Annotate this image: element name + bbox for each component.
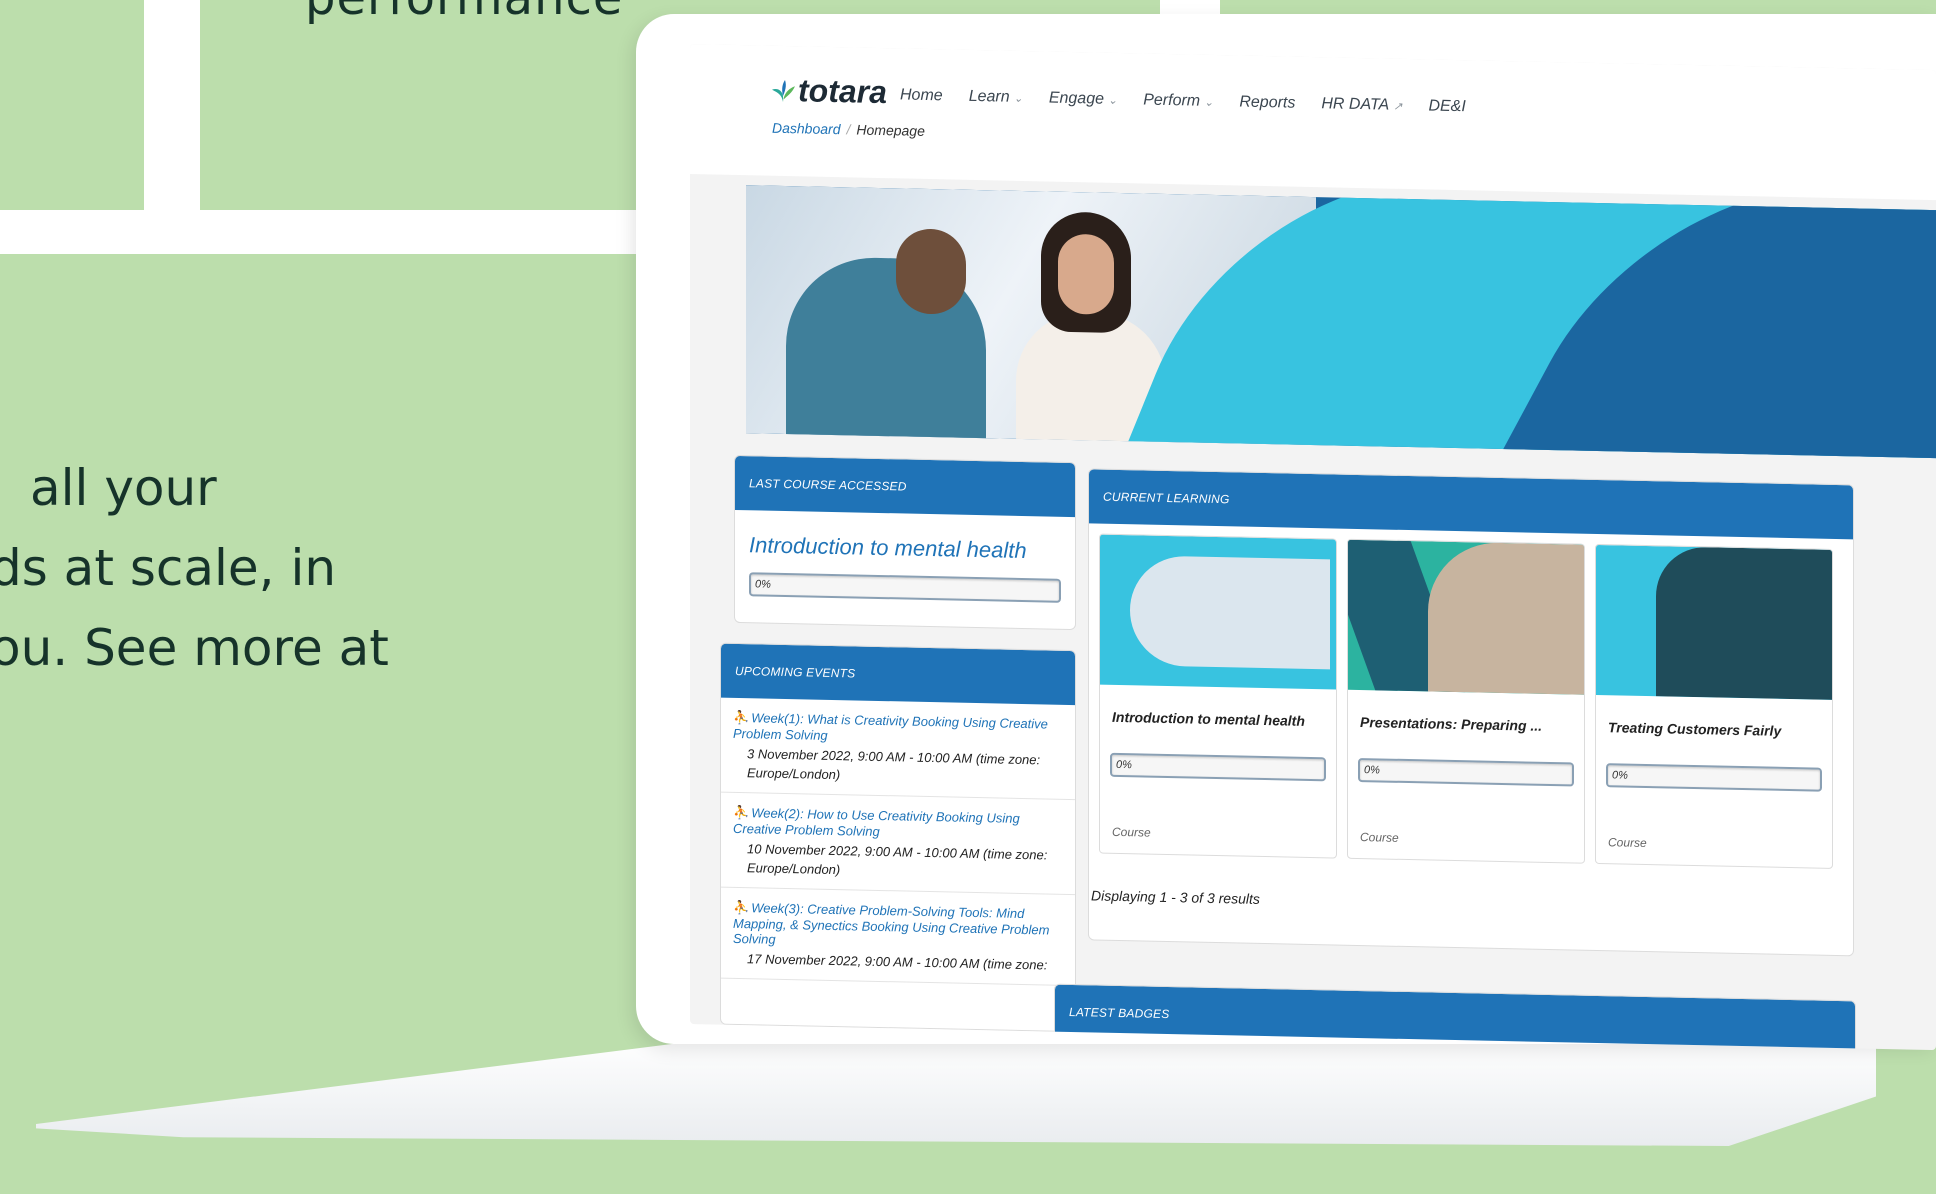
event-link[interactable]: Week(2): How to Use Creativity Booking U… (733, 805, 1020, 839)
course-card-image (1100, 534, 1336, 690)
progress-bar: 0% (1110, 752, 1326, 782)
chevron-down-icon: ⌄ (1013, 92, 1023, 105)
laptop-screen: totara Home Learn ⌄ Engage ⌄ Perform ⌄ Repo… (690, 44, 1936, 1051)
progress-bar: 0% (1606, 763, 1822, 792)
menu-label: Engage (1048, 89, 1104, 108)
course-card-type: Course (1112, 824, 1151, 840)
external-link-icon: ↗ (1393, 100, 1403, 113)
seminar-icon: ⛹ (733, 709, 750, 726)
menu-item-dei[interactable]: DE&I (1428, 97, 1465, 116)
course-cards: Introduction to mental health 0% Course … (1089, 523, 1853, 869)
seminar-icon: ⛹ (733, 899, 750, 916)
block-heading: UPCOMING EVENTS (721, 643, 1075, 706)
event-time: 17 November 2022, 9:00 AM - 10:00 AM (ti… (747, 951, 1048, 973)
last-course-block: LAST COURSE ACCESSED Introduction to men… (734, 454, 1076, 631)
marketing-side-text: all your ds at scale, in ou. See more at (0, 448, 400, 688)
last-course-link[interactable]: Introduction to mental health (749, 532, 1075, 565)
breadcrumb-separator: / (846, 121, 851, 138)
chevron-down-icon: ⌄ (1204, 96, 1214, 109)
event-item: ⛹ Week(3): Creative Problem-Solving Tools… (721, 887, 1075, 987)
progress-bar: 0% (749, 572, 1061, 603)
breadcrumb-dashboard-link[interactable]: Dashboard (772, 120, 841, 137)
event-link[interactable]: Week(3): Creative Problem-Solving Tools:… (733, 900, 1049, 947)
course-card-type: Course (1360, 830, 1399, 845)
menu-label: HR DATA (1321, 95, 1390, 114)
menu-label: Reports (1239, 93, 1296, 112)
marketing-line: all your (30, 459, 217, 517)
totara-logo[interactable]: totara (770, 72, 887, 111)
progress-bar: 0% (1358, 757, 1574, 787)
laptop-base (36, 1036, 1876, 1146)
background-card-left (0, 0, 144, 210)
course-card[interactable]: Presentations: Preparing ... 0% Course (1347, 538, 1585, 864)
menu-item-home[interactable]: Home (900, 86, 943, 105)
block-heading: LAST COURSE ACCESSED (735, 455, 1075, 518)
marketing-top-word: performance (305, 0, 623, 26)
course-card[interactable]: Treating Customers Fairly 0% Course (1595, 543, 1833, 869)
menu-item-engage[interactable]: Engage ⌄ (1049, 90, 1117, 109)
menu-label: Learn (968, 87, 1010, 106)
upcoming-events-block: UPCOMING EVENTS ⛹ Week(1): What is Creati… (720, 642, 1076, 1033)
marketing-line: ds at scale, in (0, 539, 337, 597)
course-card-image (1348, 539, 1584, 695)
event-time: 3 November 2022, 9:00 AM - 10:00 AM (tim… (747, 746, 1041, 783)
event-item: ⛹ Week(2): How to Use Creativity Booking … (721, 792, 1075, 896)
logo-text: totara (798, 72, 887, 111)
course-card[interactable]: Introduction to mental health 0% Course (1099, 533, 1337, 859)
course-card-image (1596, 544, 1832, 700)
marketing-line: ou. See more at (0, 619, 389, 677)
menu-item-perform[interactable]: Perform ⌄ (1143, 91, 1213, 110)
course-card-title: Treating Customers Fairly (1608, 719, 1782, 739)
menu-label: Perform (1143, 91, 1201, 110)
event-time: 10 November 2022, 9:00 AM - 10:00 AM (ti… (747, 841, 1048, 878)
menu-label: Home (900, 86, 943, 105)
breadcrumb-current: Homepage (856, 121, 925, 139)
course-card-title: Presentations: Preparing ... (1360, 714, 1543, 734)
banner-person-man-head (896, 228, 966, 315)
seminar-icon: ⛹ (733, 804, 750, 821)
banner-person-woman-face (1058, 233, 1114, 315)
current-learning-block: CURRENT LEARNING Introduction to mental … (1088, 468, 1854, 957)
leaf-icon (772, 79, 795, 102)
event-item: ⛹ Week(1): What is Creativity Booking Usi… (721, 697, 1075, 801)
background-divider-top (1160, 0, 1220, 14)
menu-item-learn[interactable]: Learn ⌄ (969, 88, 1023, 107)
background-divider-horizontal (0, 210, 720, 254)
course-card-type: Course (1608, 835, 1647, 851)
background-divider-vertical (144, 0, 200, 210)
menu-item-reports[interactable]: Reports (1239, 94, 1295, 113)
breadcrumb: Dashboard / Homepage (772, 120, 925, 139)
chevron-down-icon: ⌄ (1108, 94, 1118, 107)
main-menu: Home Learn ⌄ Engage ⌄ Perform ⌄ Reports HR … (900, 86, 1466, 116)
hero-banner (746, 185, 1936, 459)
event-link[interactable]: Week(1): What is Creativity Booking Usin… (733, 710, 1048, 743)
menu-label: DE&I (1428, 97, 1466, 116)
top-navigation: totara Home Learn ⌄ Engage ⌄ Perform ⌄ Repo… (690, 44, 1936, 201)
menu-item-hr-data[interactable]: HR DATA ↗ (1321, 95, 1402, 115)
course-card-title: Introduction to mental health (1112, 708, 1305, 729)
